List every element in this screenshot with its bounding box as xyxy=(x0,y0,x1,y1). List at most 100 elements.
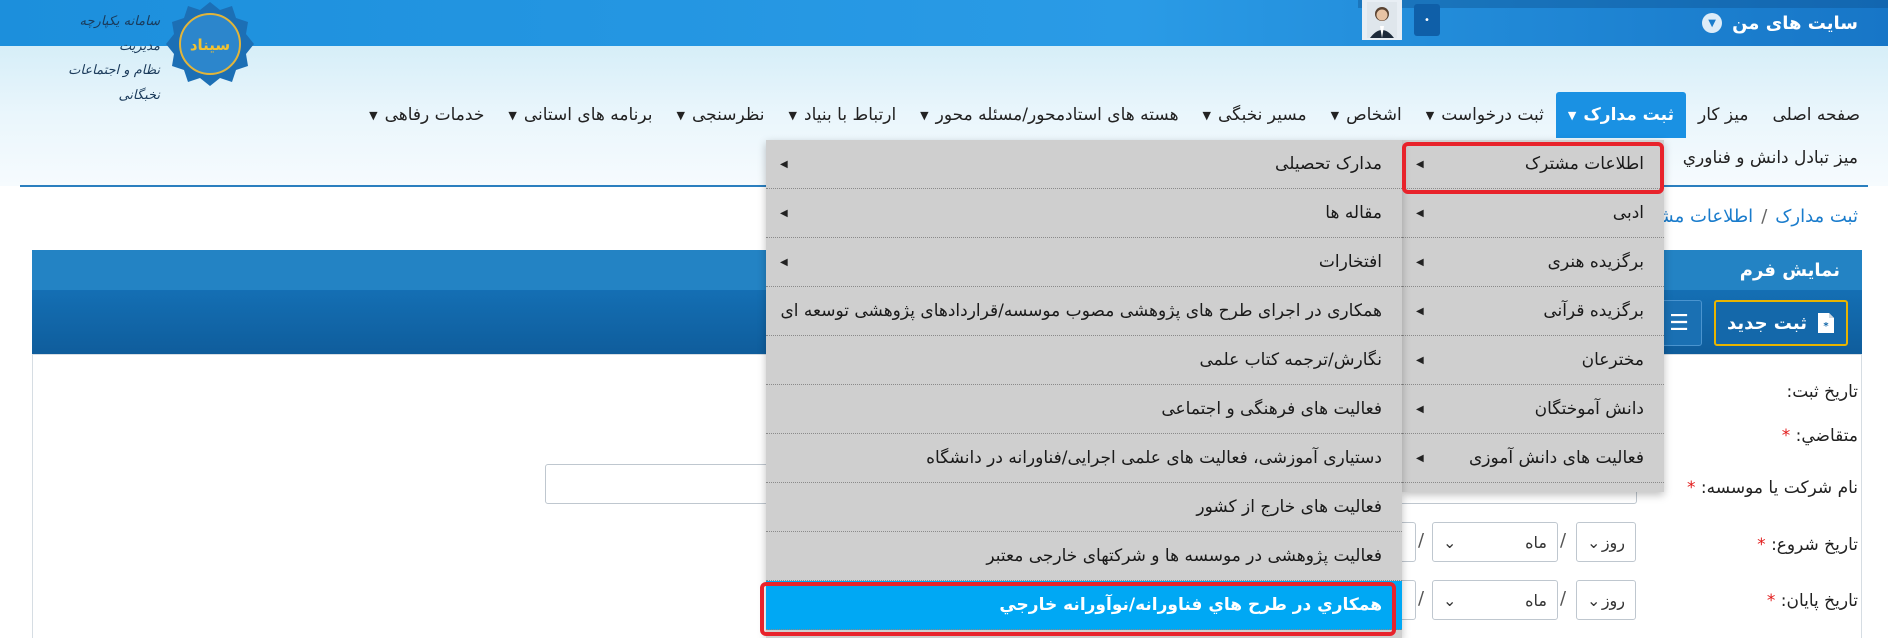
breadcrumb-item-register-docs[interactable]: ثبت مدارک xyxy=(1775,206,1858,227)
menu-label: مدارک تحصیلی xyxy=(1275,154,1382,174)
logo-text: سامانه یکپارچه مدیریت نظام و اجتماعات نخ… xyxy=(40,0,160,109)
submenu-item-books[interactable]: نگارش/ترجمه کتاب علمی xyxy=(766,336,1402,385)
submenu-item-literary[interactable]: ادبی ◀ xyxy=(1402,189,1664,238)
menu-label: فعالیت های فرهنگی و اجتماعی xyxy=(1161,399,1382,419)
seal-text: سیناد xyxy=(190,36,230,54)
caret-down-icon: ▼ xyxy=(788,108,798,122)
submenu-item-student-activities[interactable]: فعالیت های دانش آموزی ◀ xyxy=(1402,434,1664,483)
nav-label: برنامه های استانی xyxy=(523,105,653,125)
nav-item-cores[interactable]: هسته های استادمحور/مسئله محور ▼ xyxy=(908,92,1190,138)
menu-label: برگزیده قرآنی xyxy=(1543,301,1644,321)
nav-label: ثبت درخواست xyxy=(1441,105,1544,125)
submenu-item-research-projects[interactable]: همکاری در اجرای طرح های پژوهشی مصوب موسس… xyxy=(766,287,1402,336)
nav-label: میز کار xyxy=(1698,105,1749,125)
start-day-select[interactable]: روز ⌄ xyxy=(1576,522,1636,562)
nav-item-elite-path[interactable]: مسیر نخبگی ▼ xyxy=(1191,92,1319,138)
date-separator: / xyxy=(1418,588,1425,609)
logo-line-1: سامانه یکپارچه مدیریت xyxy=(79,14,160,54)
nav-item-desk[interactable]: میز کار xyxy=(1686,92,1761,138)
submenu-item-abroad-activities[interactable]: فعالیت های خارج از کشور xyxy=(766,483,1402,532)
select-value: روز xyxy=(1601,532,1625,552)
caret-left-icon: ◀ xyxy=(780,158,788,170)
menu-label: همکاری در اجرای طرح های پژوهشی مصوب موسس… xyxy=(780,301,1382,321)
required-mark: * xyxy=(1781,426,1791,446)
submenu-item-quran[interactable]: برگزیده قرآنی ◀ xyxy=(1402,287,1664,336)
date-separator: / xyxy=(1560,588,1567,609)
submenu-item-teaching-assistant[interactable]: دستیاری آموزشی، فعالیت های علمی اجرایی/ف… xyxy=(766,434,1402,483)
submenu-common-info: مدارک تحصیلی ◀ مقاله ها ◀ افتخارات ◀ همکاری… xyxy=(766,140,1402,638)
caret-left-icon: ◀ xyxy=(780,256,788,268)
reg-date-label: تاریخ ثبت: xyxy=(1786,382,1858,402)
caret-down-icon: ▼ xyxy=(920,108,929,122)
caret-left-icon: ◀ xyxy=(1416,207,1424,219)
chevron-down-icon: ⌄ xyxy=(1587,532,1601,552)
nav-item-request[interactable]: ثبت درخواست ▼ xyxy=(1414,92,1556,138)
my-sites-label: سایت های من xyxy=(1732,12,1858,34)
avatar[interactable] xyxy=(1362,0,1402,40)
caret-left-icon: ◀ xyxy=(1416,256,1424,268)
seal-logo-icon: سیناد xyxy=(166,2,254,86)
site-logo[interactable]: سامانه یکپارچه مدیریت نظام و اجتماعات نخ… xyxy=(40,0,260,103)
caret-left-icon: ◀ xyxy=(1416,354,1424,366)
date-separator: / xyxy=(1418,530,1425,551)
nav-item-provincial[interactable]: برنامه های استانی ▼ xyxy=(496,92,664,138)
nav-item-register-docs[interactable]: ثبت مدارک ▼ xyxy=(1555,92,1686,138)
menu-label: دانش آموختگان xyxy=(1534,399,1644,419)
panel-title-text: نمایش فرم xyxy=(1739,259,1840,281)
nav-item-knowledge-exchange[interactable]: میز تبادل دانش و فناوري xyxy=(1683,148,1858,168)
nav-label: هسته های استادمحور/مسئله محور xyxy=(935,105,1179,125)
select-value: ماه xyxy=(1525,532,1547,552)
menu-label: مقاله ها xyxy=(1325,203,1382,223)
end-date-label: تاریخ پایان: * xyxy=(1767,591,1858,611)
caret-down-icon: ▼ xyxy=(1425,108,1435,122)
submenu-item-academic-degrees[interactable]: مدارک تحصیلی ◀ xyxy=(766,140,1402,189)
menu-label: دستیاری آموزشی، فعالیت های علمی اجرایی/ف… xyxy=(926,448,1382,468)
highlight-box-foreign-tech-projects xyxy=(760,582,1396,636)
submenu-item-foreign-research[interactable]: فعالیت پژوهشی در موسسه ها و شرکتهای خارج… xyxy=(766,532,1402,581)
menu-label: فعالیت پژوهشی در موسسه ها و شرکتهای خارج… xyxy=(986,546,1382,566)
submenu-item-articles[interactable]: مقاله ها ◀ xyxy=(766,189,1402,238)
chevron-down-icon: ⌄ xyxy=(1443,532,1457,552)
menu-label: مخترعان xyxy=(1581,350,1644,370)
menu-label: فعالیت های خارج از کشور xyxy=(1196,497,1382,517)
caret-left-icon: ◀ xyxy=(1416,305,1424,317)
new-file-icon: * xyxy=(1817,313,1834,333)
submenu-item-cultural-activities[interactable]: فعالیت های فرهنگی و اجتماعی xyxy=(766,385,1402,434)
submenu-item-inventors[interactable]: مخترعان ◀ xyxy=(1402,336,1664,385)
end-day-select[interactable]: روز ⌄ xyxy=(1576,580,1636,620)
label-text: تاریخ ثبت: xyxy=(1786,382,1858,402)
submenu-item-graduates[interactable]: دانش آموختگان ◀ xyxy=(1402,385,1664,434)
nav-label: ارتباط با بنیاد xyxy=(804,105,897,125)
submenu-item-art[interactable]: برگزیده هنری ◀ xyxy=(1402,238,1664,287)
date-separator: / xyxy=(1560,530,1567,551)
dot-icon: • xyxy=(1424,14,1430,26)
nav-item-welfare[interactable]: خدمات رفاهی ▼ xyxy=(357,92,496,138)
submenu-item-honors[interactable]: افتخارات ◀ xyxy=(766,238,1402,287)
nav-item-survey[interactable]: نظرسنجی ▼ xyxy=(665,92,777,138)
caret-left-icon: ◀ xyxy=(1416,403,1424,415)
label-text: نام شرکت یا موسسه: xyxy=(1700,478,1858,498)
caret-down-icon: ▼ xyxy=(676,108,685,122)
nav-item-home[interactable]: صفحه اصلی xyxy=(1761,92,1872,138)
new-record-button[interactable]: * ثبت جدید xyxy=(1714,300,1848,346)
required-mark: * xyxy=(1766,591,1776,611)
nav-item-persons[interactable]: اشخاص ▼ xyxy=(1319,92,1414,138)
required-mark: * xyxy=(1757,535,1766,555)
caret-down-icon: ▼ xyxy=(1202,108,1212,122)
my-sites-menu[interactable]: سایت های من ▼ xyxy=(1702,6,1858,40)
logo-line-2: نظام و اجتماعات نخبگانی xyxy=(68,63,160,104)
start-month-select[interactable]: ماه ⌄ xyxy=(1432,522,1558,562)
required-mark: * xyxy=(1686,478,1696,498)
chevron-down-icon: ⌄ xyxy=(1587,590,1601,610)
caret-left-icon: ◀ xyxy=(1416,452,1424,464)
end-month-select[interactable]: ماه ⌄ xyxy=(1432,580,1558,620)
nav-item-contact-foundation[interactable]: ارتباط با بنیاد ▼ xyxy=(777,92,909,138)
nav-label: صفحه اصلی xyxy=(1772,105,1860,125)
nav-label: ثبت مدارک xyxy=(1583,105,1674,125)
caret-left-icon: ◀ xyxy=(780,207,788,219)
nav-label: خدمات رفاهی xyxy=(384,105,485,125)
new-record-label: ثبت جدید xyxy=(1727,312,1807,334)
main-navigation: صفحه اصلی میز کار ثبت مدارک ▼ ثبت درخواست… xyxy=(357,92,1872,138)
notifications-button[interactable]: • xyxy=(1414,4,1440,36)
top-bar: • سایت های من ▼ xyxy=(0,0,1888,46)
